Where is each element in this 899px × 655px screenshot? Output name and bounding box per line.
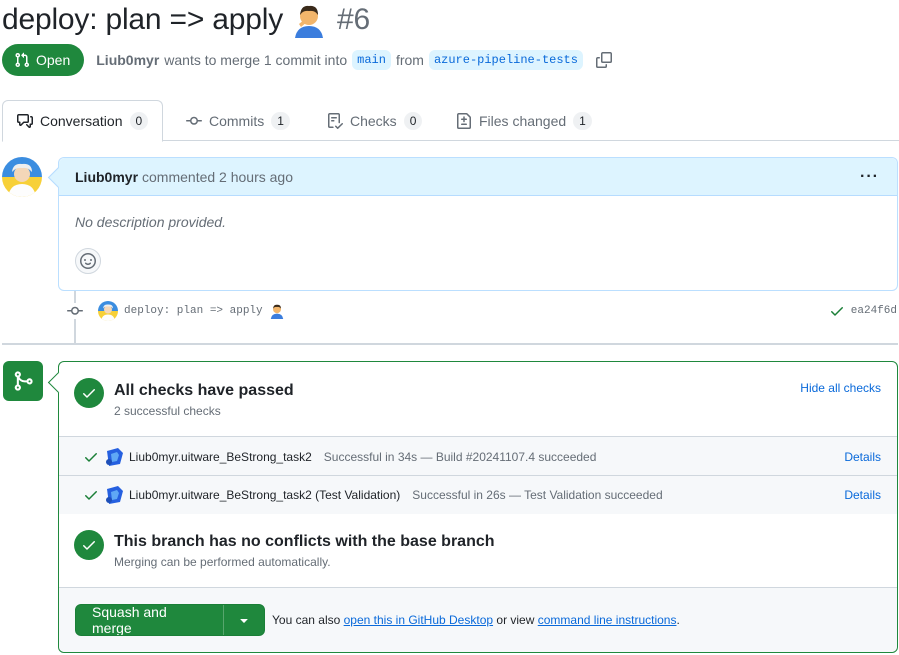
- checks-title: All checks have passed: [114, 382, 294, 399]
- checks-subtitle: 2 successful checks: [114, 404, 221, 418]
- tab-commits-label: Commits: [209, 112, 265, 129]
- file-diff-icon: [457, 112, 471, 129]
- commit-row: deploy: plan => apply: [98, 300, 285, 322]
- list-item: Liub0myr.uitware_BeStrong_task2 Successf…: [59, 437, 897, 476]
- checklist-icon: [328, 112, 343, 129]
- merge-options-button[interactable]: [224, 605, 264, 635]
- commit-sha-area: ea24f6d: [829, 300, 897, 322]
- pr-title: deploy: plan => apply #6: [2, 0, 370, 40]
- tab-checks-label: Checks: [350, 112, 397, 129]
- commit-sha[interactable]: ea24f6d: [851, 305, 897, 317]
- git-commit-icon: [186, 116, 202, 125]
- hide-checks-link[interactable]: Hide all checks: [800, 381, 881, 395]
- comment-header: Liub0myr commented 2 hours ago ···: [59, 158, 897, 196]
- tab-conversation-label: Conversation: [40, 113, 123, 129]
- pr-state-label: Open: [36, 52, 71, 68]
- merge-help-suffix: .: [676, 613, 680, 627]
- git-merge-icon: [3, 361, 43, 401]
- open-desktop-link[interactable]: open this in GitHub Desktop: [344, 613, 493, 627]
- check-circle-icon: [74, 530, 104, 560]
- conflicts-subtitle: Merging can be performed automatically.: [114, 555, 331, 569]
- check-name: Liub0myr.uitware_BeStrong_task2: [129, 449, 312, 464]
- head-branch[interactable]: azure-pipeline-tests: [428, 50, 583, 70]
- pr-number: #6: [337, 3, 371, 36]
- git-pull-request-icon: [15, 52, 30, 68]
- pr-title-text: deploy: plan => apply: [2, 3, 284, 36]
- comment-discussion-icon: [17, 114, 33, 128]
- squash-merge-button-group: Squash and merge: [75, 604, 265, 636]
- commit-avatar[interactable]: [98, 301, 118, 321]
- azure-pipelines-icon: [106, 486, 123, 504]
- base-branch[interactable]: main: [352, 50, 391, 70]
- pr-tabs: Conversation 0 Commits 1 Checks 0 Files …: [2, 100, 899, 142]
- tab-checks-count: 0: [403, 111, 423, 130]
- merge-help-text: You can also open this in GitHub Desktop…: [272, 613, 680, 627]
- tab-files-label: Files changed: [479, 112, 567, 129]
- cli-instructions-link[interactable]: command line instructions: [538, 613, 677, 627]
- tab-conversation-count: 0: [129, 112, 149, 130]
- pr-status-row: Open Liub0myr wants to merge 1 commit in…: [2, 44, 612, 76]
- comment-body: No description provided.: [75, 214, 226, 230]
- check-description: Successful in 26s — Test Validation succ…: [412, 488, 663, 502]
- pr-author-link[interactable]: Liub0myr: [96, 52, 159, 68]
- tab-commits-count: 1: [271, 111, 290, 130]
- pr-state-badge: Open: [2, 44, 85, 76]
- from-text: from: [395, 52, 424, 68]
- copy-icon[interactable]: [595, 52, 612, 68]
- comment-box: Liub0myr commented 2 hours ago ··· No de…: [58, 157, 898, 291]
- check-name: Liub0myr.uitware_BeStrong_task2 (Test Va…: [129, 488, 401, 502]
- check-icon: [83, 487, 99, 503]
- kebab-menu-icon[interactable]: ···: [860, 168, 879, 186]
- merge-help-or-view: or view: [496, 613, 535, 627]
- avatar[interactable]: [2, 157, 42, 197]
- person-emoji-icon: [269, 303, 285, 319]
- merge-box: All checks have passed 2 successful chec…: [58, 361, 898, 653]
- merge-footer: Squash and merge You can also open this …: [59, 587, 897, 652]
- merge-help-prefix: You can also: [272, 613, 341, 627]
- details-link[interactable]: Details: [844, 450, 881, 464]
- tab-files-count: 1: [573, 111, 592, 130]
- comment-meta[interactable]: commented 2 hours ago: [142, 169, 293, 185]
- tab-checks[interactable]: Checks 0: [313, 100, 436, 141]
- tab-conversation[interactable]: Conversation 0: [2, 100, 164, 142]
- git-commit-icon: [66, 303, 84, 319]
- tab-files-changed[interactable]: Files changed 1: [442, 100, 606, 141]
- list-item: Liub0myr.uitware_BeStrong_task2 (Test Va…: [59, 475, 897, 514]
- conflicts-title: This branch has no conflicts with the ba…: [114, 533, 495, 550]
- azure-pipelines-icon: [106, 447, 123, 466]
- check-icon: [83, 449, 99, 465]
- person-emoji-icon: [291, 2, 327, 38]
- comment-author[interactable]: Liub0myr: [75, 169, 138, 185]
- smiley-icon[interactable]: [75, 248, 101, 274]
- checks-list: Liub0myr.uitware_BeStrong_task2 Successf…: [59, 436, 897, 514]
- tab-commits[interactable]: Commits 1: [172, 100, 304, 141]
- squash-merge-button[interactable]: Squash and merge: [76, 605, 224, 635]
- triangle-down-icon: [240, 619, 248, 623]
- timeline-separator: [2, 343, 898, 345]
- details-link[interactable]: Details: [844, 488, 881, 502]
- check-description: Successful in 34s — Build #20241107.4 su…: [323, 449, 597, 464]
- pr-merge-text: wants to merge 1 commit into: [164, 52, 348, 68]
- commit-message[interactable]: deploy: plan => apply: [124, 305, 263, 317]
- check-icon[interactable]: [829, 303, 845, 319]
- check-circle-icon: [74, 378, 104, 408]
